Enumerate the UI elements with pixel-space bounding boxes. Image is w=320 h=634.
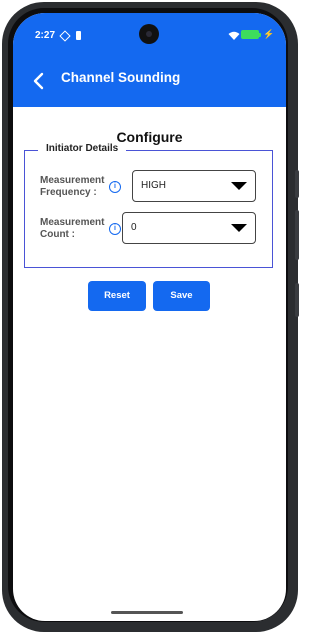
info-icon[interactable]: i [109,181,121,193]
volume-down-button [295,210,299,260]
measurement-frequency-value: HIGH [141,180,166,191]
info-icon[interactable]: i [109,223,121,235]
measurement-frequency-label: Measurement Frequency : [40,175,105,198]
initiator-details-group: Initiator Details Measurement Frequency … [24,143,273,268]
diamond-icon [59,30,71,42]
volume-up-button [295,170,299,198]
measurement-frequency-select[interactable]: HIGH [132,170,256,202]
charging-bolt-icon: ⚡ [263,29,275,39]
initiator-legend: Initiator Details [38,143,127,154]
app-screen: 2:27 ⚡ Channel Sounding Configure Initia… [13,13,286,621]
dropdown-caret-icon [231,182,247,190]
reset-button[interactable]: Reset [88,281,146,311]
home-indicator [111,611,183,614]
status-time: 2:27 [35,30,56,41]
status-bar: 2:27 ⚡ [13,13,286,57]
battery-small-icon [76,31,81,40]
app-bar: Channel Sounding [13,57,286,107]
measurement-count-select[interactable]: 0 [122,212,256,244]
measurement-count-label: Measurement Count : [40,217,105,240]
measurement-count-value: 0 [131,222,137,233]
battery-icon [241,30,259,39]
app-title: Channel Sounding [61,70,181,85]
save-button[interactable]: Save [153,281,210,311]
dropdown-caret-icon [231,224,247,232]
power-button [295,283,299,317]
back-arrow-icon[interactable] [27,69,51,93]
wifi-icon [228,31,240,40]
battery-tip [259,33,261,37]
camera-cutout [139,24,159,44]
